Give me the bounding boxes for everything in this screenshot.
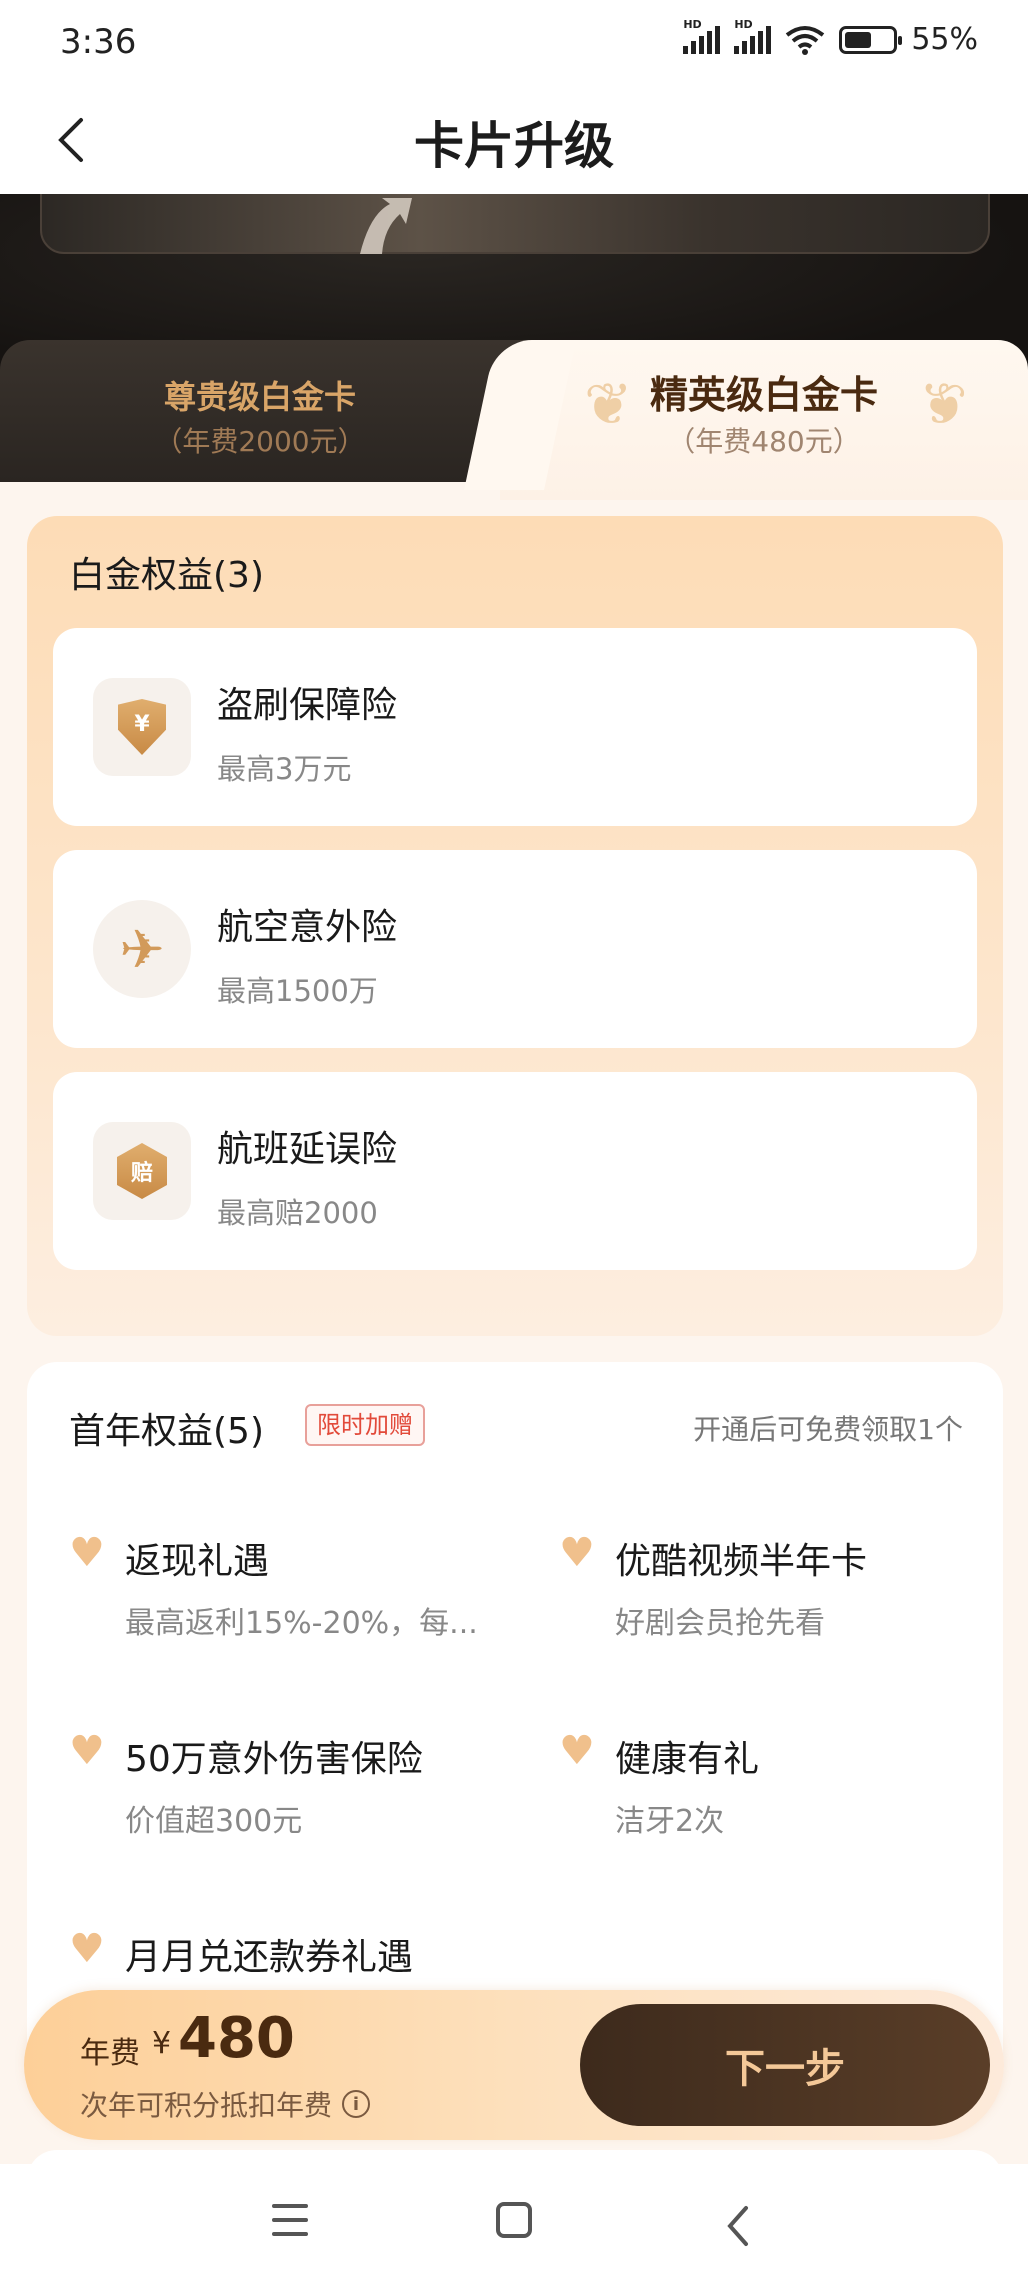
fee-amount: 480 <box>178 2006 295 2071</box>
perk-desc: 好剧会员抢先看 <box>615 1606 825 1641</box>
battery-percent: 55% <box>911 22 978 57</box>
status-icons: HD HD 55% <box>683 18 978 57</box>
upgrade-arrow-icon <box>360 198 412 254</box>
payment-bar: 年费 ¥ 480 次年可积分抵扣年费 i 下一步 <box>24 1990 1004 2140</box>
header: 卡片升级 <box>0 86 1028 194</box>
benefit-name: 盗刷保障险 <box>217 685 398 726</box>
airplane-icon: ✈ <box>93 900 191 998</box>
next-step-button[interactable]: 下一步 <box>580 2004 990 2126</box>
benefit-item[interactable]: ✈ 航空意外险 最高1500万 <box>53 850 977 1048</box>
perk-name: 优酷视频半年卡 <box>615 1541 868 1582</box>
first-year-benefits-panel: 首年权益(5) 限时加赠 开通后可免费领取1个 返现礼遇 最高返利15%-20%… <box>27 1362 1003 2082</box>
fee-currency: ¥ <box>152 2026 172 2061</box>
platinum-benefits-panel: 白金权益(3) ¥ 盗刷保障险 最高3万元 ✈ 航空意外险 最高1500万 赔 … <box>27 516 1003 1336</box>
benefit-desc: 最高1500万 <box>217 974 378 1008</box>
fee-note-text: 次年可积分抵扣年费 <box>80 2089 333 2122</box>
perk-desc: 最高返利15%-20%，每... <box>125 1606 478 1641</box>
first-year-note: 开通后可免费领取1个 <box>693 1413 963 1446</box>
benefit-desc: 最高3万元 <box>217 752 352 786</box>
perk-name: 返现礼遇 <box>125 1541 270 1582</box>
perk-desc: 洁牙2次 <box>615 1804 725 1839</box>
heart-icon <box>69 1530 105 1576</box>
cell-signal-icon-2: HD <box>734 18 772 54</box>
fee-label: 年费 <box>80 2036 140 2071</box>
status-time: 3:36 <box>60 22 137 62</box>
benefit-name: 航班延误险 <box>217 1129 398 1170</box>
info-icon[interactable]: i <box>342 2090 371 2118</box>
yuan-shield-icon: ¥ <box>93 678 191 776</box>
tab-elite-card[interactable]: ❦ ❦ 精英级白金卡 （年费480元） <box>500 340 1028 500</box>
card-preview <box>40 194 990 254</box>
wifi-icon <box>786 25 825 55</box>
perk-desc: 价值超300元 <box>125 1804 303 1839</box>
page-title: 卡片升级 <box>414 117 614 175</box>
limited-time-badge: 限时加赠 <box>305 1404 425 1446</box>
heart-icon <box>559 1530 595 1576</box>
nav-back-icon[interactable] <box>722 2202 752 2250</box>
tab-elite-fee: （年费480元） <box>667 425 861 458</box>
tab-premium-name: 尊贵级白金卡 <box>163 378 356 416</box>
heart-icon <box>559 1728 595 1774</box>
benefit-name: 航空意外险 <box>217 907 398 948</box>
perk-name: 健康有礼 <box>615 1739 760 1780</box>
benefit-item[interactable]: ¥ 盗刷保障险 最高3万元 <box>53 628 977 826</box>
perk-name: 50万意外伤害保险 <box>125 1739 423 1780</box>
system-nav-bar <box>0 2164 1028 2284</box>
compensation-hex-icon: 赔 <box>93 1122 191 1220</box>
cell-signal-icon: HD <box>683 18 721 54</box>
menu-icon[interactable] <box>272 2204 308 2236</box>
tab-elite-name: 精英级白金卡 <box>649 373 878 417</box>
status-bar: 3:36 HD HD 55% <box>0 0 1028 86</box>
platinum-benefits-title: 白金权益(3) <box>69 555 264 596</box>
heart-icon <box>69 1926 105 1972</box>
tab-premium-fee: （年费2000元） <box>154 425 366 458</box>
heart-icon <box>69 1728 105 1774</box>
tab-premium-card[interactable]: 尊贵级白金卡 （年费2000元） <box>0 340 520 482</box>
first-year-title: 首年权益(5) <box>69 1411 264 1452</box>
battery-icon <box>839 25 903 54</box>
benefit-item[interactable]: 赔 航班延误险 最高赔2000 <box>53 1072 977 1270</box>
perk-name: 月月兑还款券礼遇 <box>125 1937 414 1978</box>
fee-note: 次年可积分抵扣年费 i <box>80 2084 371 2124</box>
benefit-desc: 最高赔2000 <box>217 1196 378 1230</box>
home-icon[interactable] <box>496 2202 532 2238</box>
